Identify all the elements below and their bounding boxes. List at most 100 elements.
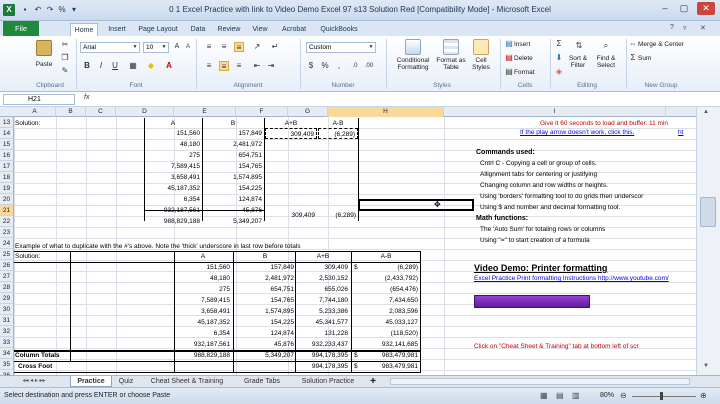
cell-f27[interactable]: 309,409 bbox=[296, 262, 350, 273]
sheet-tab-grade-tabs[interactable]: Grade Tabs bbox=[236, 376, 288, 387]
command-item-1[interactable]: Allignment tabs for centering or justify… bbox=[480, 169, 599, 180]
increase-indent-icon[interactable]: ⇥ bbox=[266, 61, 276, 71]
command-item-4[interactable]: Using $ and number and decimal formattin… bbox=[480, 202, 622, 213]
cell-d14[interactable]: 151,560 bbox=[144, 128, 202, 139]
column-header-c[interactable]: C bbox=[86, 107, 116, 117]
cell-f22[interactable]: 309,409 bbox=[265, 210, 317, 221]
workbook-close-icon[interactable]: ✕ bbox=[700, 24, 706, 32]
row-header-30[interactable]: 30 bbox=[0, 304, 14, 315]
cell-f26[interactable]: A+B bbox=[296, 251, 350, 262]
row-header-26[interactable]: 26 bbox=[0, 260, 14, 271]
tab-review[interactable]: Review bbox=[216, 23, 242, 36]
bold-icon[interactable]: B bbox=[82, 61, 92, 71]
command-item-2[interactable]: Changing column and row widths or height… bbox=[480, 180, 610, 191]
sheet-tab-quiz[interactable]: Quiz bbox=[114, 376, 138, 387]
cell-f14[interactable]: 309,409 bbox=[265, 128, 317, 139]
cell-f29[interactable]: 655,026 bbox=[296, 284, 350, 295]
scroll-up-icon[interactable]: ▲ bbox=[703, 109, 709, 115]
find-select-icon[interactable]: ⌕ bbox=[601, 41, 611, 51]
row-header-34[interactable]: 34 bbox=[0, 348, 14, 359]
cell-d29[interactable]: 275 bbox=[174, 284, 232, 295]
cell-d34[interactable]: 932,187,561 bbox=[174, 339, 232, 350]
cell-g30[interactable]: 7,434,650 bbox=[352, 295, 420, 306]
cell-g32[interactable]: 45,033,127 bbox=[352, 317, 420, 328]
increase-decimal-icon[interactable]: .0 bbox=[350, 61, 360, 71]
column-header-i[interactable]: I bbox=[444, 107, 666, 117]
cell-e22[interactable]: 5,349,207 bbox=[202, 216, 264, 227]
format-button[interactable]: Format bbox=[514, 69, 535, 76]
tab-view[interactable]: View bbox=[250, 23, 270, 36]
cell-g28[interactable]: (2,433,792) bbox=[352, 273, 420, 284]
delete-button[interactable]: Delete bbox=[514, 55, 533, 62]
video-play-button[interactable] bbox=[474, 295, 590, 308]
row-header-31[interactable]: 31 bbox=[0, 315, 14, 326]
row-header-18[interactable]: 18 bbox=[0, 172, 14, 183]
zoom-in-icon[interactable]: ⊕ bbox=[700, 391, 707, 400]
row-header-22[interactable]: 22 bbox=[0, 216, 14, 227]
column-header-b[interactable]: B bbox=[56, 107, 86, 117]
cell-d33[interactable]: 6,354 bbox=[174, 328, 232, 339]
scroll-down-icon[interactable]: ▼ bbox=[703, 363, 709, 369]
fx-icon[interactable]: fx bbox=[84, 94, 89, 101]
vertical-scrollbar[interactable]: ▲ ▼ bbox=[696, 107, 720, 375]
shrink-font-icon[interactable]: A bbox=[183, 42, 193, 52]
cell-g34[interactable]: 932,141,685 bbox=[352, 339, 420, 350]
cell-e15[interactable]: 2,481,972 bbox=[202, 139, 264, 150]
insert-button[interactable]: Insert bbox=[514, 41, 530, 48]
tab-page-layout[interactable]: Page Layout bbox=[136, 23, 180, 36]
autosum-icon[interactable]: Σ bbox=[554, 39, 564, 49]
row-header-17[interactable]: 17 bbox=[0, 161, 14, 172]
cell-g26[interactable]: A-B bbox=[352, 251, 420, 262]
row-header-19[interactable]: 19 bbox=[0, 183, 14, 194]
cell-e32[interactable]: 154,225 bbox=[234, 317, 296, 328]
cell-g36[interactable]: 983,479,981 bbox=[352, 361, 420, 372]
cell-d32[interactable]: 45,187,352 bbox=[174, 317, 232, 328]
row-header-33[interactable]: 33 bbox=[0, 337, 14, 348]
align-left-icon[interactable]: ≡ bbox=[204, 61, 214, 71]
cell-g14[interactable]: (6,289) bbox=[318, 128, 358, 139]
math-item-1[interactable]: Using "=" to start creation of a formula bbox=[480, 235, 592, 246]
command-item-3[interactable]: Using 'borders' formatting tool to do gr… bbox=[480, 191, 645, 202]
row-header-27[interactable]: 27 bbox=[0, 271, 14, 282]
conditional-formatting-icon[interactable] bbox=[405, 39, 421, 55]
row-header-21[interactable]: 21 bbox=[0, 205, 14, 216]
cell-g31[interactable]: 2,083,596 bbox=[352, 306, 420, 317]
cell-a36[interactable]: Cross Foot bbox=[18, 361, 52, 372]
cell-f28[interactable]: 2,530,152 bbox=[296, 273, 350, 284]
video-demo-title[interactable]: Video Demo: Printer formatting bbox=[474, 262, 607, 273]
cell-styles-button[interactable]: Cell Styles bbox=[467, 57, 495, 71]
sheet-nav-arrows-icon[interactable]: ◂◂ ◂ ▸ ▸▸ bbox=[4, 376, 64, 387]
cell-g33[interactable]: (118,520) bbox=[352, 328, 420, 339]
cell-e20[interactable]: 124,874 bbox=[202, 194, 264, 205]
cell-d20[interactable]: 6,354 bbox=[144, 194, 202, 205]
zoom-level[interactable]: 80% bbox=[600, 392, 614, 399]
tab-insert[interactable]: Insert bbox=[105, 23, 129, 36]
page-break-view-icon[interactable]: ▥ bbox=[572, 391, 580, 400]
row-header-25[interactable]: 25 bbox=[0, 249, 14, 260]
format-painter-icon[interactable]: ✎ bbox=[60, 66, 70, 76]
cell-f30[interactable]: 7,744,180 bbox=[296, 295, 350, 306]
page-layout-view-icon[interactable]: ▤ bbox=[556, 391, 564, 400]
sheet-tab-solution-practice[interactable]: Solution Practice bbox=[294, 376, 362, 387]
math-item-0[interactable]: The 'Auto Sum' for totaling rows or colu… bbox=[480, 224, 607, 235]
cell-styles-icon[interactable] bbox=[473, 39, 489, 55]
cell-d19[interactable]: 45,187,352 bbox=[144, 183, 202, 194]
cell-g27[interactable]: (6,289) bbox=[352, 262, 420, 273]
row-header-32[interactable]: 32 bbox=[0, 326, 14, 337]
comma-style-icon[interactable]: , bbox=[334, 61, 344, 71]
column-header-h[interactable]: H bbox=[328, 107, 444, 117]
row-header-13[interactable]: 13 bbox=[0, 117, 14, 128]
cell-f36[interactable]: 994,178,395 bbox=[296, 361, 350, 372]
cell-d22[interactable]: 988,829,188 bbox=[144, 216, 202, 227]
commands-title[interactable]: Commands used: bbox=[476, 147, 535, 158]
scroll-thumb[interactable] bbox=[700, 197, 716, 227]
cell-d15[interactable]: 48,180 bbox=[144, 139, 202, 150]
cell-e27[interactable]: 157,849 bbox=[234, 262, 296, 273]
tab-acrobat[interactable]: Acrobat bbox=[279, 23, 309, 36]
cheat-sheet-hint[interactable]: Click on "Cheat Sheet & Training" tab at… bbox=[474, 341, 639, 352]
orientation-icon[interactable]: ↗ bbox=[252, 42, 262, 52]
italic-icon[interactable]: I bbox=[96, 61, 106, 71]
cell-f31[interactable]: 5,233,386 bbox=[296, 306, 350, 317]
find-select-button[interactable]: Find & Select bbox=[592, 55, 620, 69]
delete-cells-icon[interactable]: ▤ bbox=[504, 53, 514, 63]
